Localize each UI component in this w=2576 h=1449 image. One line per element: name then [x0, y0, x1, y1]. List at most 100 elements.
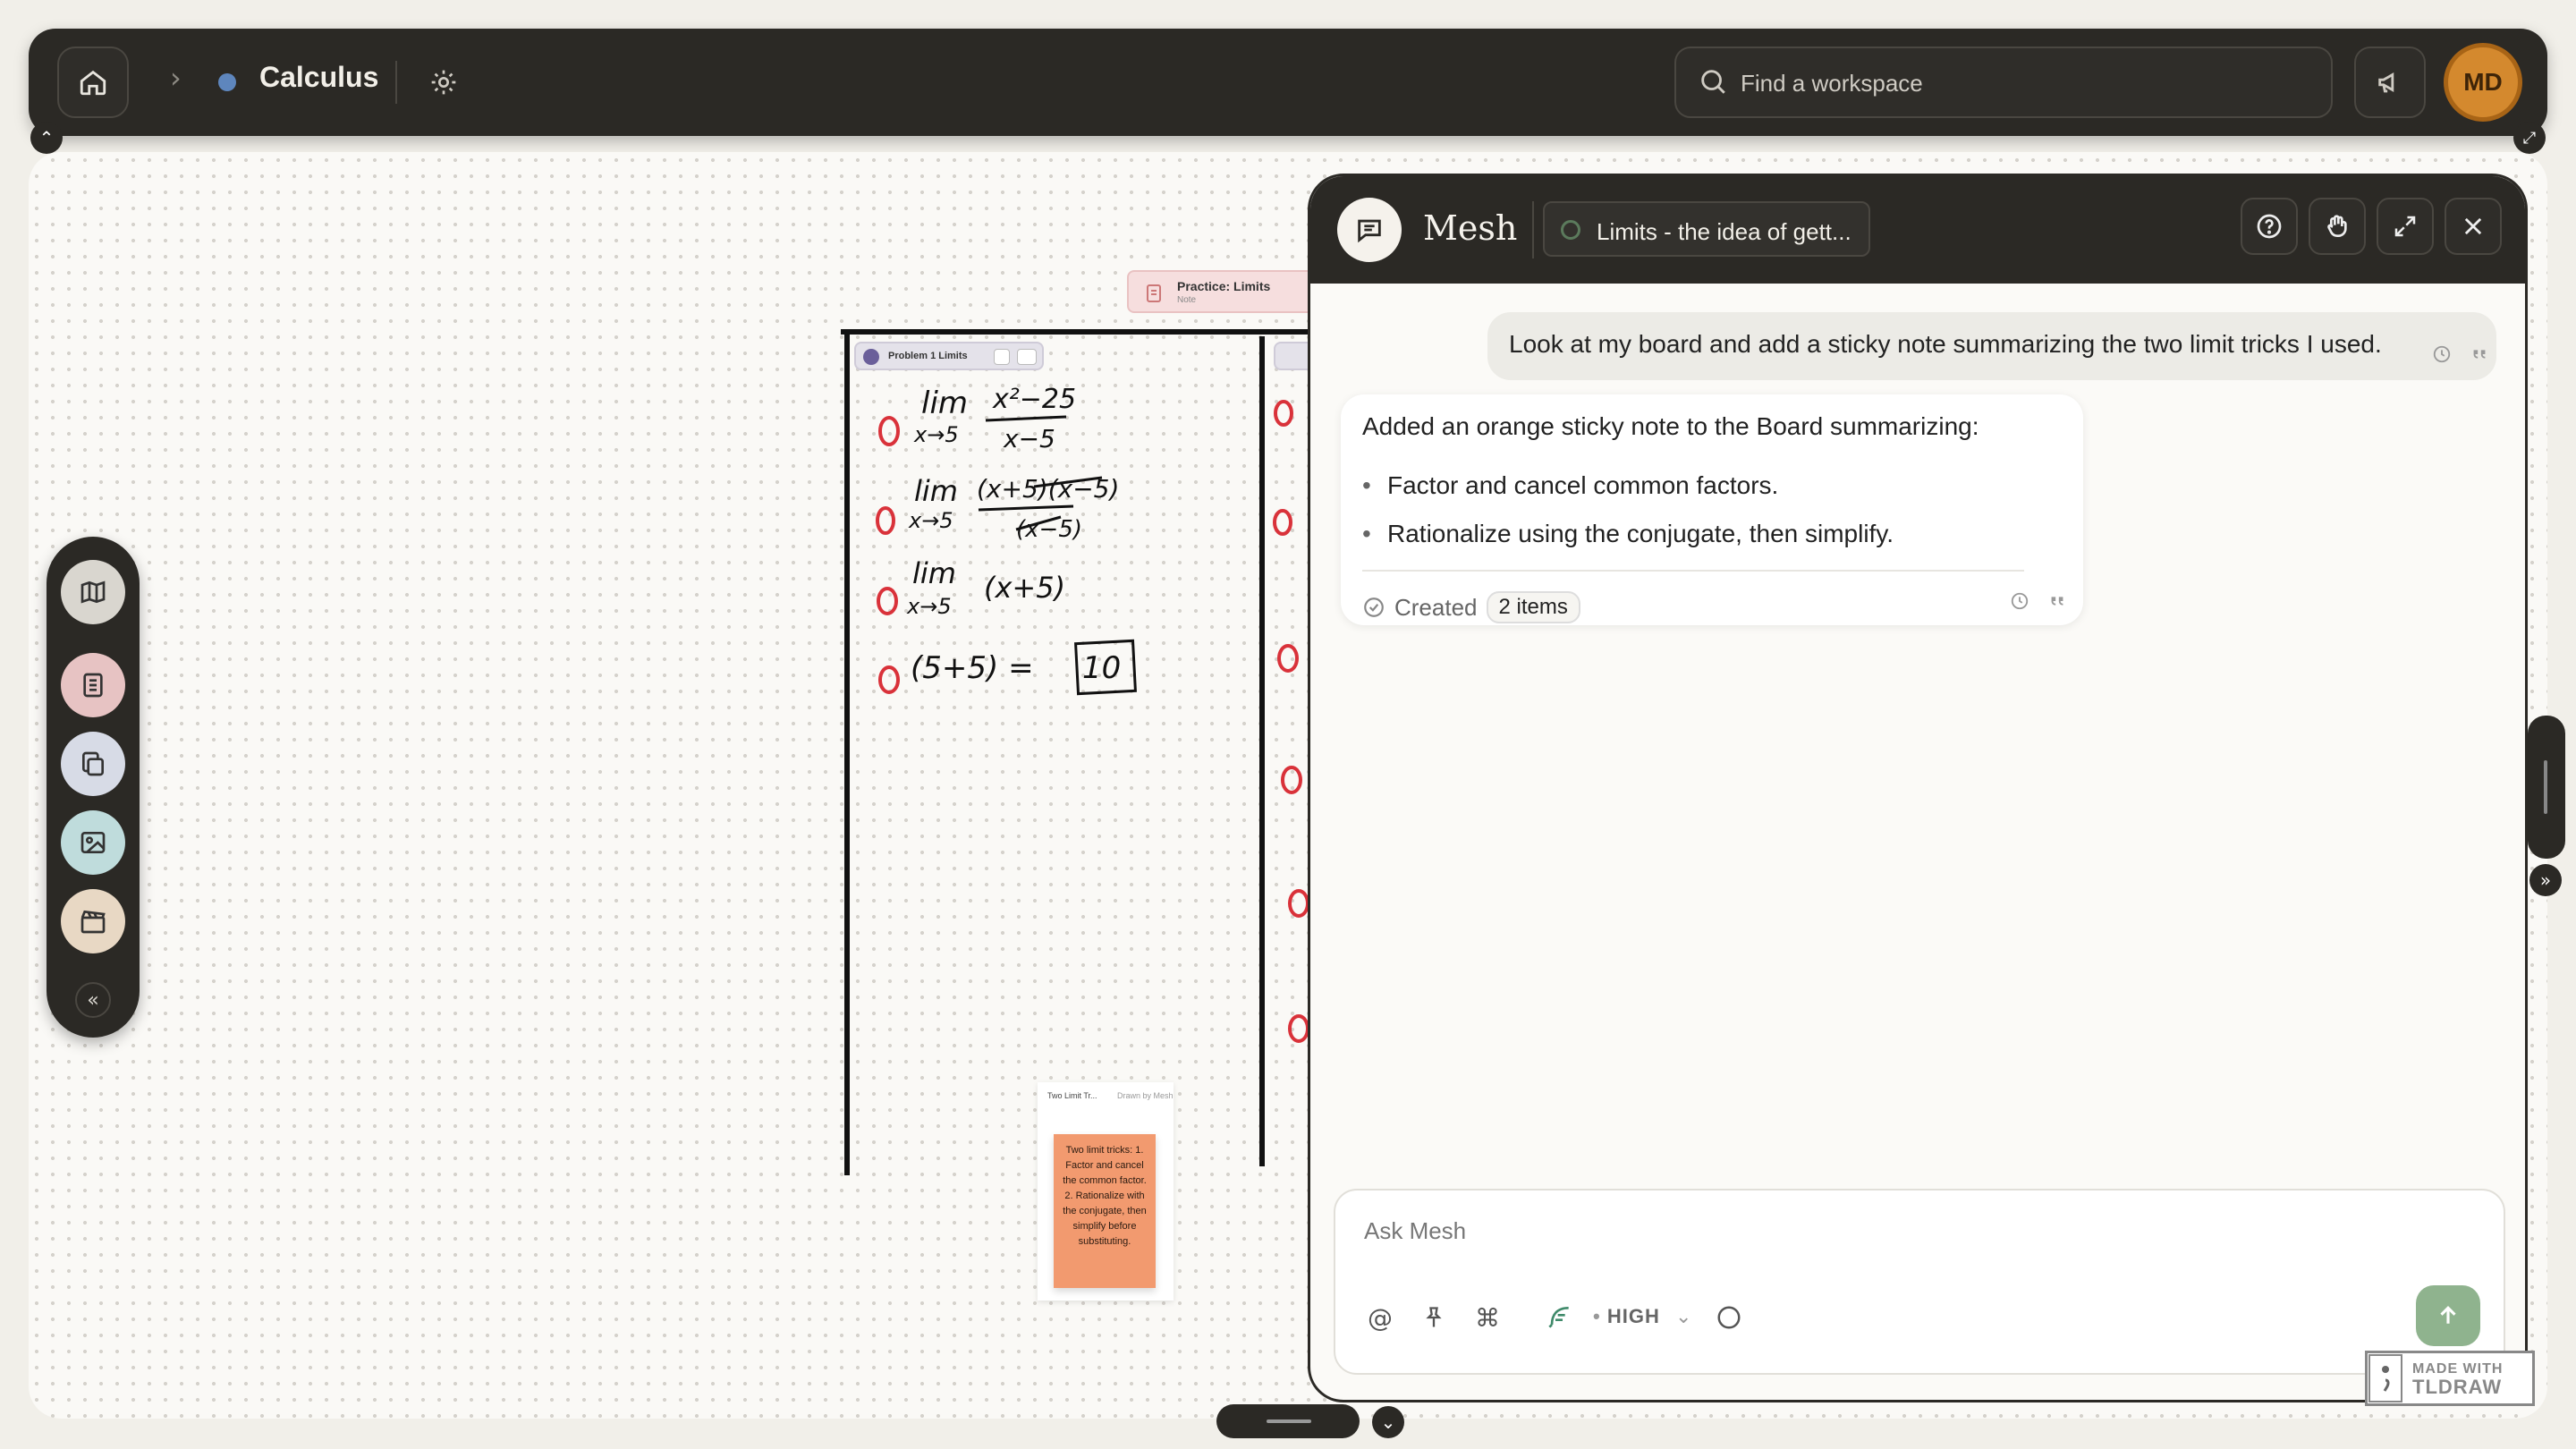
context-chip[interactable]: Limits - the idea of gett... [1543, 201, 1870, 257]
grip-line [2544, 760, 2547, 814]
notebook-icon [83, 673, 103, 698]
circle-icon [1717, 1306, 1741, 1329]
bottom-drawer-handle[interactable] [1216, 1404, 1360, 1438]
math-den: x−5 [1003, 424, 1055, 453]
frame-right-border [1259, 336, 1265, 1166]
home-icon [80, 70, 106, 96]
fullscreen-button[interactable]: ⤢ [2513, 122, 2546, 154]
progress-ring-icon [1561, 220, 1580, 240]
documents-tool-button[interactable] [61, 732, 125, 796]
created-items-badge[interactable]: 2 items [1486, 591, 1580, 623]
map-tool-button[interactable] [61, 560, 125, 624]
workspace-title[interactable]: Calculus [259, 61, 378, 94]
created-summary[interactable]: Created 2 items [1362, 591, 1580, 623]
settings-button[interactable] [422, 61, 465, 104]
clock-icon[interactable] [2432, 344, 2452, 364]
problem-chip[interactable]: Problem 1 Limits [854, 342, 1044, 370]
chevron-down-icon: ⌄ [1674, 1306, 1693, 1328]
help-icon [2257, 214, 2282, 239]
chat-title: Mesh [1423, 208, 1518, 248]
bullet-text: Rationalize using the conjugate, then si… [1387, 520, 1894, 547]
created-label: Created [1394, 593, 1478, 621]
quote-icon[interactable] [2047, 591, 2067, 611]
sticky-note[interactable]: Two limit tricks: 1. Factor and cancel t… [1054, 1134, 1156, 1288]
problem-chip-label: Problem 1 Limits [888, 351, 968, 361]
grip-line [1267, 1419, 1311, 1423]
practice-note-card[interactable]: Practice: Limits Note [1127, 270, 1315, 313]
chevron-up-icon: ⌃ [38, 127, 55, 148]
clapperboard-icon [80, 910, 106, 934]
sticky-title: Two Limit Tr... [1047, 1091, 1097, 1100]
pin-button[interactable] [1416, 1300, 1452, 1335]
external-link-icon [994, 349, 1010, 365]
mention-button[interactable]: @ [1362, 1300, 1398, 1335]
mesh-chat-panel: Mesh Limits - the idea of gett... Look a… [1308, 174, 2528, 1402]
math-num: x²−25 [992, 384, 1076, 415]
notebook-tool-button[interactable] [61, 653, 125, 717]
math-expr: (5+5) = [911, 650, 1034, 686]
assistant-message-actions [2010, 591, 2067, 611]
collapse-panel-button[interactable]: » [2529, 864, 2562, 896]
radio-marker [877, 587, 898, 615]
watermark-line2: TLDRAW [2412, 1376, 2503, 1398]
announcements-button[interactable] [2354, 47, 2426, 118]
home-button[interactable] [57, 47, 129, 118]
math-sub: x→5 [908, 508, 953, 533]
avatar[interactable]: MD [2444, 43, 2522, 122]
effort-label[interactable]: • HIGH ⌄ [1593, 1305, 1692, 1328]
hand-icon [2327, 215, 2347, 237]
status-button[interactable] [1711, 1300, 1747, 1335]
bullet-dot: • [1362, 471, 1371, 499]
expand-bottom-button[interactable]: ⌄ [1372, 1406, 1404, 1438]
panel-resize-handle[interactable] [2528, 716, 2565, 859]
chevrons-right-icon: » [2539, 869, 2552, 891]
radio-marker [876, 506, 895, 535]
note-icon [1147, 284, 1161, 302]
assistant-bullet: • Rationalize using the conjugate, then s… [1362, 520, 1894, 548]
radio-marker [878, 416, 900, 446]
expand-icon: ⤢ [2522, 128, 2537, 148]
problem-avatar-icon [863, 349, 879, 365]
divider [1362, 570, 2024, 572]
effort-button[interactable] [1532, 1300, 1586, 1335]
hand-button[interactable] [2309, 198, 2366, 255]
effort-value: HIGH [1606, 1305, 1660, 1327]
sticky-author: Drawn by Mesh [1117, 1091, 1174, 1100]
more-icon [1017, 349, 1037, 365]
math-expr: (x+5) [984, 571, 1065, 605]
chevron-down-icon: ⌄ [1380, 1411, 1396, 1433]
search-input[interactable]: Find a workspace [1674, 47, 2333, 118]
video-tool-button[interactable] [61, 889, 125, 953]
frame-left-border [844, 331, 850, 1175]
check-circle-icon [1364, 597, 1384, 617]
image-tool-button[interactable] [61, 810, 125, 875]
workspace-color-dot [218, 73, 236, 91]
second-problem-chip-edge [1274, 342, 1309, 370]
map-icon [80, 580, 106, 604]
expand-panel-button[interactable] [2377, 198, 2434, 255]
collapse-topbar-button[interactable]: ⌃ [30, 122, 63, 154]
frame-top-border [841, 329, 1309, 335]
divider [395, 61, 397, 104]
command-button[interactable]: ⌘ [1470, 1300, 1505, 1335]
chat-header: Mesh Limits - the idea of gett... [1310, 176, 2525, 284]
at-sign-icon: @ [1368, 1302, 1393, 1333]
user-message-actions [2432, 344, 2489, 364]
left-toolbar: « [47, 537, 140, 1038]
tldraw-watermark[interactable]: MADE WITH TLDRAW [2365, 1351, 2535, 1406]
close-panel-button[interactable] [2445, 198, 2502, 255]
collapse-toolbar-button[interactable]: « [75, 982, 111, 1018]
arrow-up-icon [2440, 1306, 2456, 1324]
quote-icon[interactable] [2470, 344, 2489, 364]
chat-composer[interactable]: Ask Mesh @ ⌘ • HIGH ⌄ [1334, 1189, 2505, 1375]
search-placeholder: Find a workspace [1741, 70, 1923, 97]
assistant-message: Added an orange sticky note to the Board… [1341, 394, 2083, 625]
command-icon: ⌘ [1475, 1302, 1500, 1333]
chat-icon [1358, 219, 1381, 243]
clock-icon[interactable] [2010, 591, 2029, 611]
partial-markers-right [1273, 400, 1309, 1043]
context-chip-label: Limits - the idea of gett... [1597, 218, 1852, 245]
send-button[interactable] [2416, 1285, 2480, 1346]
math-answer: 10 [1082, 650, 1121, 686]
help-button[interactable] [2241, 198, 2298, 255]
